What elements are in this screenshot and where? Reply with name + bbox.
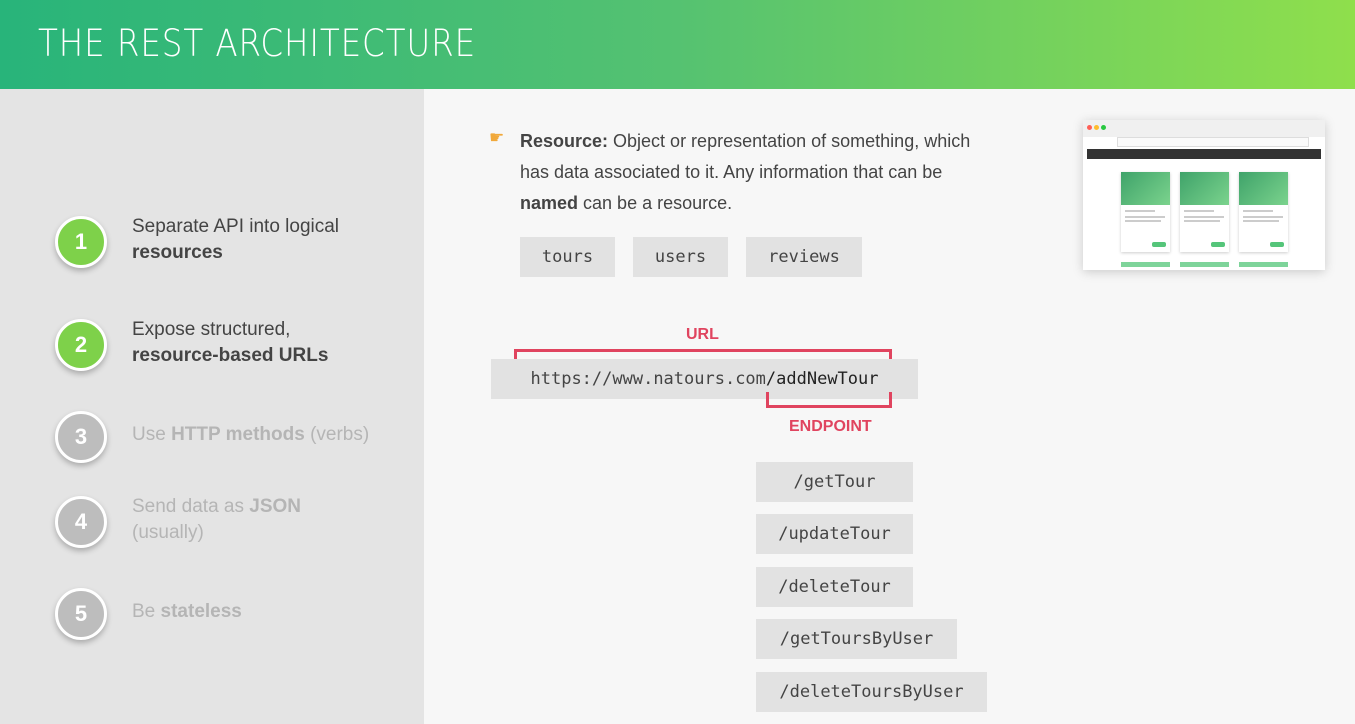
step-label: Be stateless <box>132 601 242 622</box>
details-button <box>1270 242 1284 247</box>
tour-image <box>1239 172 1288 205</box>
tour-image <box>1121 172 1170 205</box>
endpoint-chip: /getTour <box>756 462 913 502</box>
header-banner: THE REST ARCHITECTURE <box>0 0 1355 89</box>
endpoint-label: ENDPOINT <box>789 418 872 435</box>
step-number-badge: 2 <box>55 319 107 371</box>
step-number-badge: 1 <box>55 216 107 268</box>
maximize-dot-icon <box>1101 125 1106 130</box>
endpoint-chip: /deleteToursByUser <box>756 672 987 712</box>
step-label: Send data as JSON (usually) <box>132 496 302 543</box>
step-label: Use HTTP methods (verbs) <box>132 424 370 445</box>
tour-card <box>1239 172 1288 252</box>
url-bracket-top <box>514 349 892 352</box>
step-5: 5 Be stateless <box>55 588 415 640</box>
website-screenshot <box>1083 120 1325 270</box>
endpoint-chip: /getToursByUser <box>756 619 957 659</box>
step-label: Expose structured, resource-based URLs <box>132 319 329 366</box>
site-nav <box>1087 149 1321 159</box>
endpoint-bracket-bottom <box>766 405 892 408</box>
url-label: URL <box>686 326 719 343</box>
endpoint-chip: /deleteTour <box>756 567 913 607</box>
browser-url-bar <box>1117 137 1309 147</box>
slide-title: THE REST ARCHITECTURE <box>38 22 477 65</box>
close-dot-icon <box>1087 125 1092 130</box>
example-url: https://www.natours.com/addNewTour <box>491 359 918 399</box>
details-button <box>1211 242 1225 247</box>
resource-chip-tours: tours <box>520 237 615 277</box>
details-button <box>1152 242 1166 247</box>
tour-card <box>1121 172 1170 252</box>
resource-text: Resource: Object or representation of so… <box>520 131 971 213</box>
step-number-badge: 5 <box>55 588 107 640</box>
browser-tab-bar <box>1083 120 1325 137</box>
step-3: 3 Use HTTP methods (verbs) <box>55 411 415 463</box>
step-number-badge: 4 <box>55 496 107 548</box>
resource-chip-users: users <box>633 237 728 277</box>
endpoint-chip: /updateTour <box>756 514 913 554</box>
step-1: 1 Separate API into logical resources <box>55 216 415 268</box>
minimize-dot-icon <box>1094 125 1099 130</box>
step-2: 2 Expose structured, resource-based URLs <box>55 319 415 371</box>
resource-chip-reviews: reviews <box>746 237 862 277</box>
step-number-badge: 3 <box>55 411 107 463</box>
tour-card <box>1180 172 1229 252</box>
hand-pointing-right-icon: ☛ <box>489 128 505 147</box>
step-label: Separate API into logical resources <box>132 216 340 263</box>
step-4: 4 Send data as JSON (usually) <box>55 496 415 548</box>
tour-image <box>1180 172 1229 205</box>
